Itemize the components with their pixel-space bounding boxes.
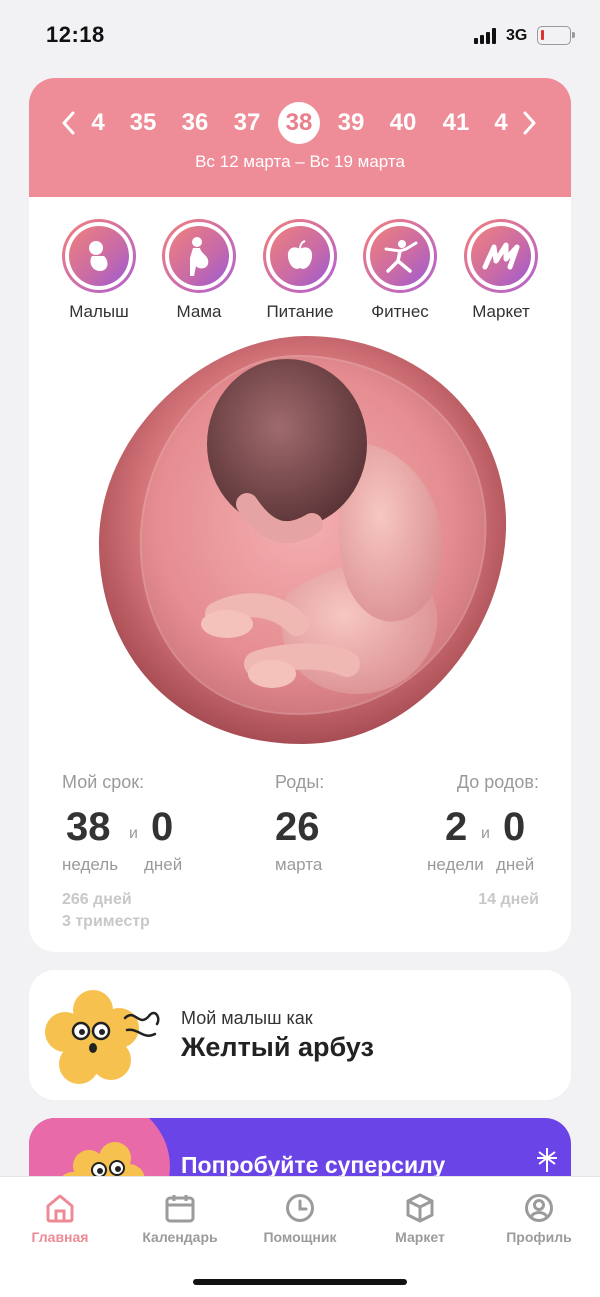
until-weeks-unit: недели bbox=[427, 855, 484, 874]
category-label: Мама bbox=[176, 302, 222, 321]
clock-icon bbox=[286, 1194, 314, 1222]
chevron-right-icon[interactable] bbox=[516, 108, 542, 138]
category-mom[interactable]: Мама bbox=[149, 219, 249, 322]
and-label: и bbox=[129, 825, 138, 842]
status-bar: 12:18 3G bbox=[0, 0, 600, 72]
fruit-size-card[interactable]: Мой малыш как Желтый арбуз bbox=[29, 970, 571, 1100]
week-item[interactable]: 37 bbox=[225, 102, 269, 144]
until-label: До родов: bbox=[456, 772, 539, 792]
until-weeks: 2 bbox=[445, 805, 468, 849]
box-icon bbox=[406, 1193, 434, 1223]
home-indicator bbox=[193, 1279, 407, 1285]
week-item[interactable]: 41 bbox=[434, 102, 478, 144]
tab-assistant[interactable]: Помощник bbox=[240, 1193, 360, 1245]
pregnant-woman-icon bbox=[169, 226, 229, 286]
week-item[interactable]: 40 bbox=[381, 102, 425, 144]
category-nutrition[interactable]: Питание bbox=[250, 219, 350, 322]
total-days: 266 дней bbox=[62, 891, 132, 908]
tab-label: Профиль bbox=[506, 1229, 572, 1245]
profile-icon bbox=[525, 1194, 553, 1222]
tab-profile[interactable]: Профиль bbox=[479, 1193, 599, 1245]
week-item[interactable]: 4 bbox=[76, 102, 120, 144]
category-label: Питание bbox=[266, 302, 334, 321]
fetus-illustration[interactable] bbox=[97, 334, 507, 746]
signal-icon bbox=[474, 28, 500, 44]
tab-home[interactable]: Главная bbox=[0, 1193, 120, 1245]
category-label: Маркет bbox=[472, 302, 530, 321]
birth-label: Роды: bbox=[275, 772, 325, 792]
category-label: Малыш bbox=[69, 302, 129, 321]
birth-date: Роды: 26 марта bbox=[275, 772, 375, 875]
network-type: 3G bbox=[506, 27, 528, 44]
sparkle-icon bbox=[537, 1148, 557, 1172]
tab-label: Маркет bbox=[395, 1229, 445, 1245]
until-birth: До родов: 2 и 0 недели дней 14 дней bbox=[397, 772, 539, 911]
birth-day: 26 bbox=[275, 805, 320, 849]
tab-label: Главная bbox=[31, 1229, 89, 1245]
week-item[interactable]: 36 bbox=[173, 102, 217, 144]
yoga-icon bbox=[370, 226, 430, 286]
calendar-icon bbox=[165, 1195, 195, 1223]
my-term-label: Мой срок: bbox=[62, 772, 145, 792]
market-logo-icon bbox=[471, 226, 531, 286]
week-item[interactable]: 39 bbox=[329, 102, 373, 144]
week-date-range: Вс 12 марта – Вс 19 марта bbox=[195, 152, 405, 171]
tab-market[interactable]: Маркет bbox=[360, 1193, 480, 1245]
and-label: и bbox=[481, 825, 490, 842]
tab-label: Помощник bbox=[263, 1229, 337, 1245]
category-baby[interactable]: Малыш bbox=[49, 219, 149, 322]
until-days-unit: дней bbox=[496, 855, 535, 874]
fruit-caption: Мой малыш как bbox=[181, 1008, 313, 1028]
flower-mascot-icon bbox=[43, 988, 167, 1093]
tab-label: Календарь bbox=[142, 1229, 218, 1245]
weeks-unit: недель bbox=[62, 855, 119, 874]
birth-month: марта bbox=[275, 855, 323, 874]
weeks-value: 38 bbox=[66, 805, 111, 849]
battery-icon bbox=[537, 26, 575, 45]
week-item-active[interactable]: 38 bbox=[278, 102, 320, 144]
home-icon bbox=[46, 1194, 74, 1223]
status-time: 12:18 bbox=[46, 22, 105, 47]
promo-text: Попробуйте суперсилу bbox=[181, 1152, 446, 1178]
trimester: 3 триместр bbox=[62, 913, 150, 930]
days-value: 0 bbox=[151, 805, 174, 849]
category-market[interactable]: Маркет bbox=[451, 219, 551, 322]
fruit-name: Желтый арбуз bbox=[181, 1032, 374, 1062]
week-item[interactable]: 35 bbox=[121, 102, 165, 144]
week-row: 4 35 36 37 38 39 40 41 4 bbox=[29, 102, 571, 144]
until-total: 14 дней bbox=[478, 891, 539, 908]
baby-icon bbox=[69, 226, 129, 286]
my-term: Мой срок: 38 и 0 недель дней 266 дней 3 … bbox=[62, 772, 232, 933]
days-unit: дней bbox=[144, 855, 183, 874]
category-label: Фитнес bbox=[371, 302, 429, 321]
pregnancy-card: 4 35 36 37 38 39 40 41 4 Вс 12 марта – В… bbox=[29, 78, 571, 952]
category-row: Малыш Мама Питание Фитнес Маркет bbox=[29, 219, 571, 322]
tab-calendar[interactable]: Календарь bbox=[120, 1193, 240, 1245]
category-fitness[interactable]: Фитнес bbox=[350, 219, 450, 322]
week-selector: 4 35 36 37 38 39 40 41 4 Вс 12 марта – В… bbox=[29, 78, 571, 197]
apple-icon bbox=[270, 226, 330, 286]
until-days: 0 bbox=[503, 805, 526, 849]
